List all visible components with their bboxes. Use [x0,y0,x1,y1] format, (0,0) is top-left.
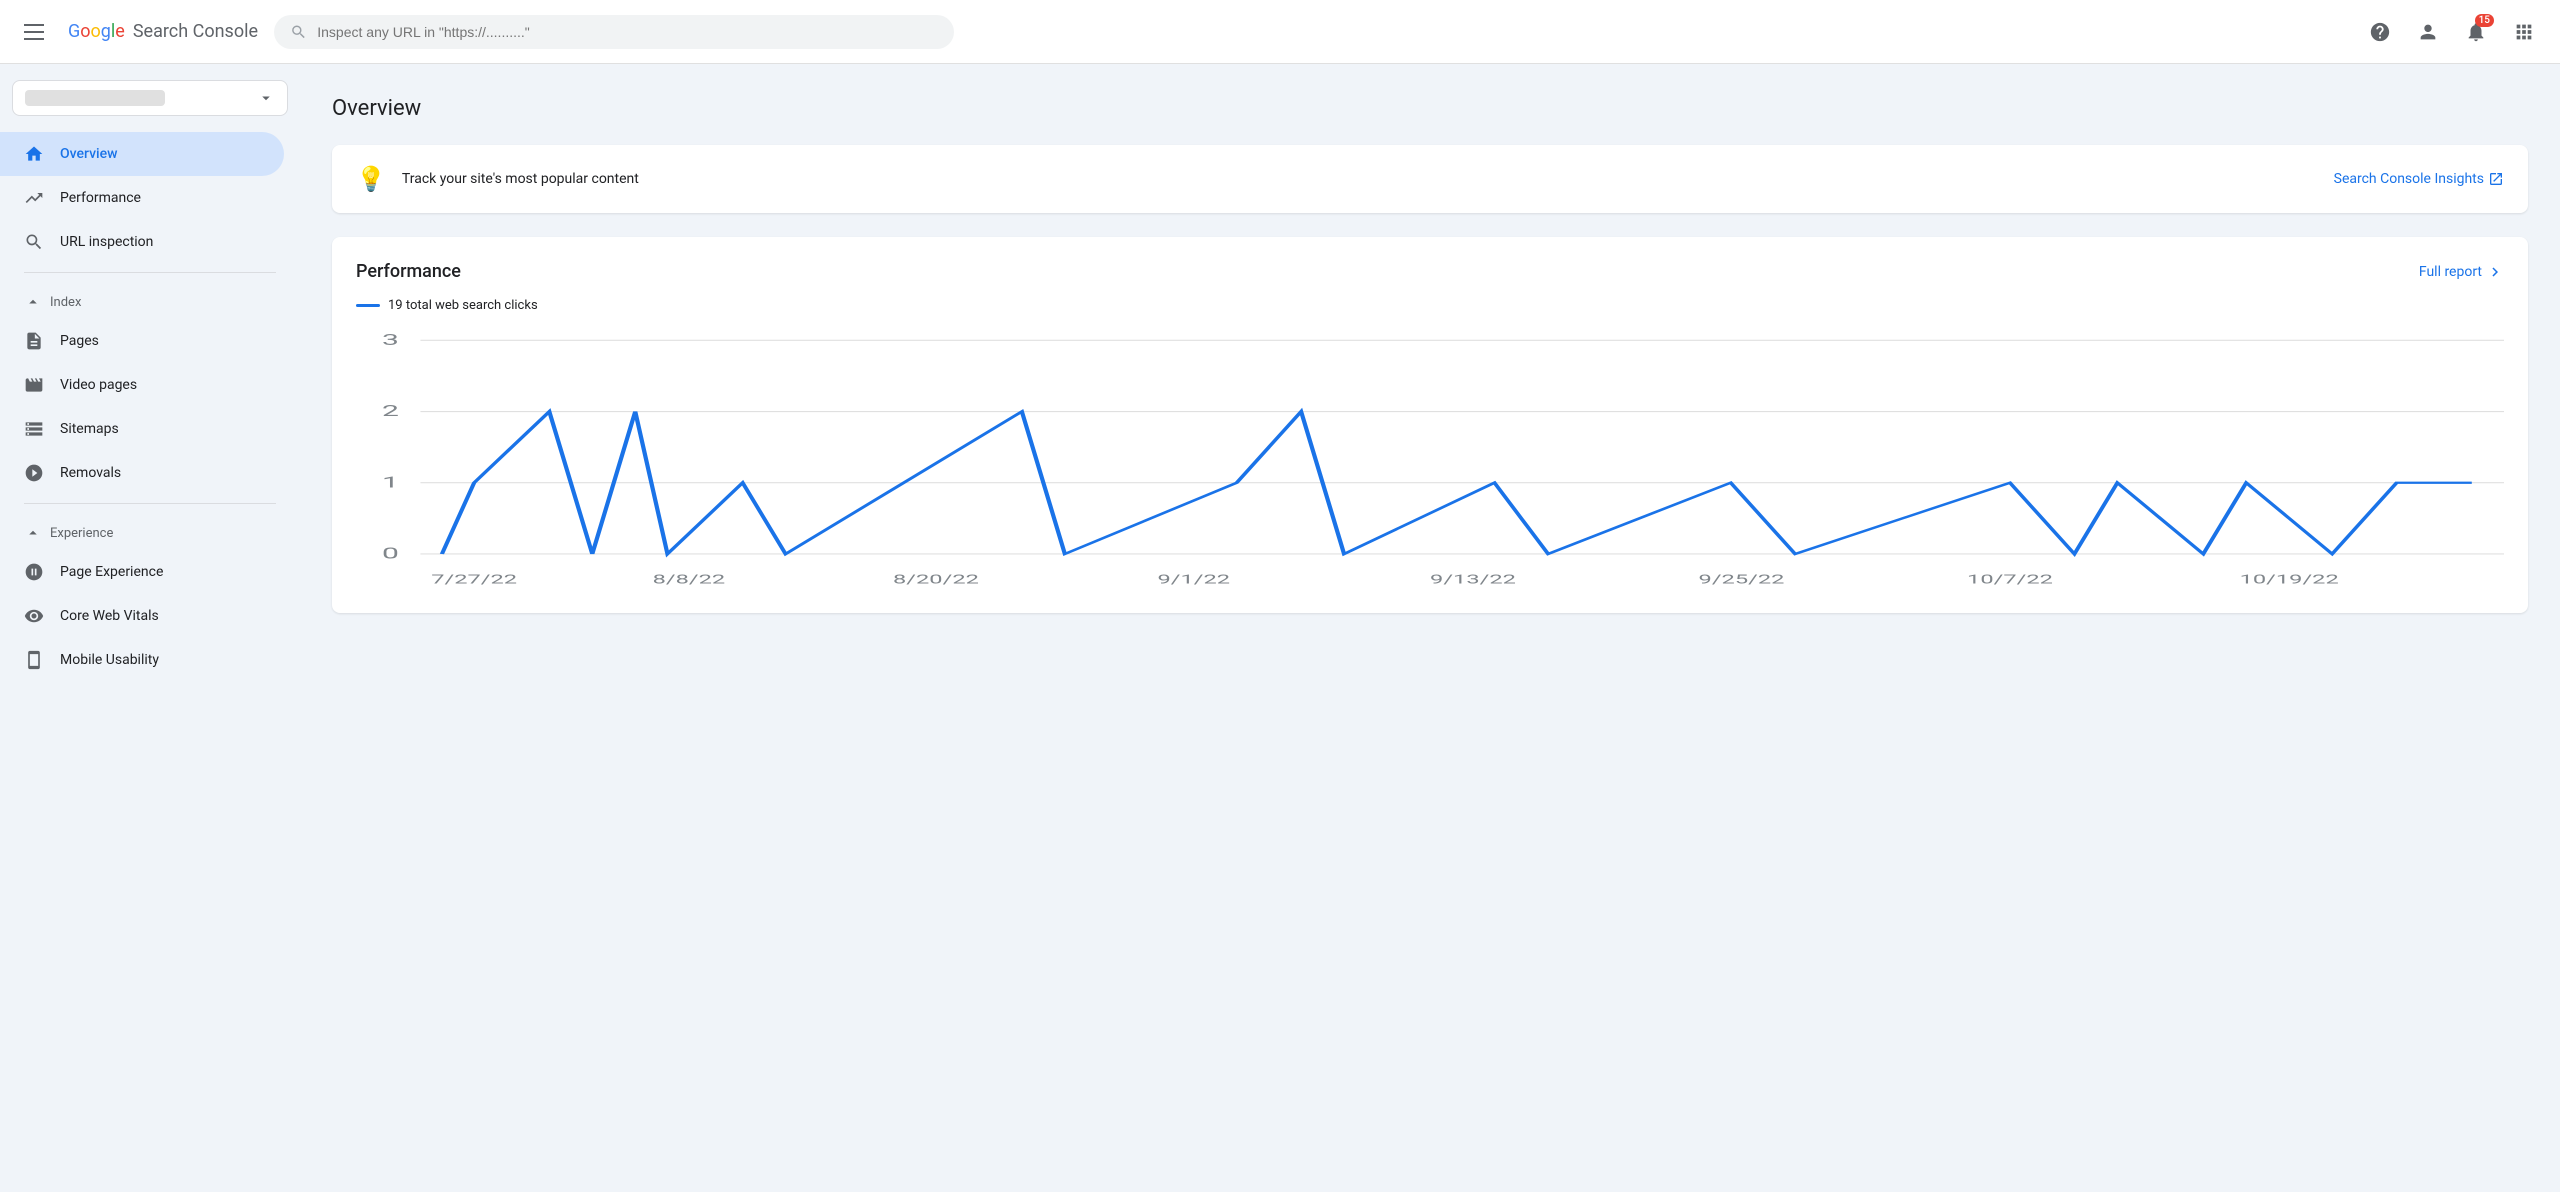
property-selector-text [25,90,165,106]
sidebar-item-removals[interactable]: Removals [0,451,284,495]
sidebar-item-overview[interactable]: Overview [0,132,284,176]
svg-text:8/8/22: 8/8/22 [653,571,726,586]
sidebar-item-url-inspection[interactable]: URL inspection [0,220,284,264]
apps-icon [2513,21,2535,43]
sidebar-item-label: Performance [60,190,141,206]
sidebar-item-label: URL inspection [60,234,153,250]
performance-card-header: Performance Full report [356,261,2504,282]
sidebar-item-pages[interactable]: Pages [0,319,284,363]
search-console-insights-link[interactable]: Search Console Insights [2334,171,2504,187]
account-button[interactable] [2408,12,2448,52]
svg-text:9/13/22: 9/13/22 [1430,571,1516,586]
nav-divider [24,272,276,273]
sidebar-item-label: Sitemaps [60,421,119,437]
section-label: Index [50,295,81,310]
svg-text:10/7/22: 10/7/22 [1967,571,2053,586]
collapse-icon [24,524,42,542]
insights-banner: 💡 Track your site's most popular content… [332,145,2528,213]
sidebar-item-label: Mobile Usability [60,652,159,668]
page-title: Overview [332,96,2528,121]
sidebar-item-video-pages[interactable]: Video pages [0,363,284,407]
app-logo: Google Search Console [68,21,258,42]
google-wordmark: Google [68,21,125,42]
sidebar-item-label: Overview [60,146,117,162]
nav-divider-2 [24,503,276,504]
full-report-link[interactable]: Full report [2419,263,2504,281]
svg-text:9/25/22: 9/25/22 [1699,571,1785,586]
main-content: Overview 💡 Track your site's most popula… [300,64,2560,645]
svg-text:1: 1 [382,473,399,491]
search-input[interactable] [317,24,938,40]
svg-text:7/27/22: 7/27/22 [431,571,517,586]
person-icon [2417,21,2439,43]
chart-legend: 19 total web search clicks [356,298,2504,313]
performance-card: Performance Full report 19 total web sea… [332,237,2528,613]
sidebar-item-core-web-vitals[interactable]: Core Web Vitals [0,594,284,638]
sidebar-item-label: Video pages [60,377,137,393]
sidebar-item-mobile-usability[interactable]: Mobile Usability [0,638,284,682]
svg-text:9/1/22: 9/1/22 [1157,571,1230,586]
chevron-down-icon [257,89,275,107]
vitals-icon [24,606,44,626]
sidebar-item-page-experience[interactable]: Page Experience [0,550,284,594]
legend-line [356,304,380,307]
sitemap-icon [24,419,44,439]
notification-count: 15 [2475,14,2494,27]
notifications-button[interactable]: 15 [2456,12,2496,52]
home-icon [24,144,44,164]
sidebar-item-sitemaps[interactable]: Sitemaps [0,407,284,451]
pages-icon [24,331,44,351]
sidebar-item-label: Pages [60,333,99,349]
app-header: Google Search Console 15 [0,0,2560,64]
apps-button[interactable] [2504,12,2544,52]
trending-up-icon [24,188,44,208]
sidebar: Overview Performance URL inspection Inde… [0,64,300,1192]
header-actions: 15 [2360,12,2544,52]
experience-section-header[interactable]: Experience [0,512,300,550]
svg-text:8/20/22: 8/20/22 [893,571,979,586]
lightbulb-icon: 💡 [356,165,386,193]
chevron-right-icon [2486,263,2504,281]
svg-text:3: 3 [382,330,399,348]
sidebar-item-label: Removals [60,465,121,481]
svg-text:0: 0 [382,544,399,562]
index-section-header[interactable]: Index [0,281,300,319]
collapse-icon [24,293,42,311]
section-label: Experience [50,526,113,541]
svg-text:10/19/22: 10/19/22 [2240,571,2339,586]
sidebar-item-performance[interactable]: Performance [0,176,284,220]
property-selector[interactable] [12,80,288,116]
mobile-icon [24,650,44,670]
search-icon [24,232,44,252]
sidebar-item-label: Page Experience [60,564,163,580]
search-icon [290,23,307,41]
sidebar-item-label: Core Web Vitals [60,608,159,624]
hamburger-menu-button[interactable] [16,16,52,48]
svg-text:2: 2 [382,402,399,420]
url-search-bar[interactable] [274,15,954,49]
performance-card-title: Performance [356,261,461,282]
product-name: Search Console [133,21,258,42]
help-icon [2369,21,2391,43]
legend-label: 19 total web search clicks [388,298,538,313]
help-button[interactable] [2360,12,2400,52]
experience-icon [24,562,44,582]
removals-icon [24,463,44,483]
chart-svg: 3 2 1 0 7/27/22 8/8/22 8/20/22 9/1/22 9/… [356,329,2504,589]
external-link-icon [2488,171,2504,187]
performance-chart: 3 2 1 0 7/27/22 8/8/22 8/20/22 9/1/22 9/… [356,329,2504,589]
insights-banner-text: Track your site's most popular content [402,171,2334,187]
video-icon [24,375,44,395]
